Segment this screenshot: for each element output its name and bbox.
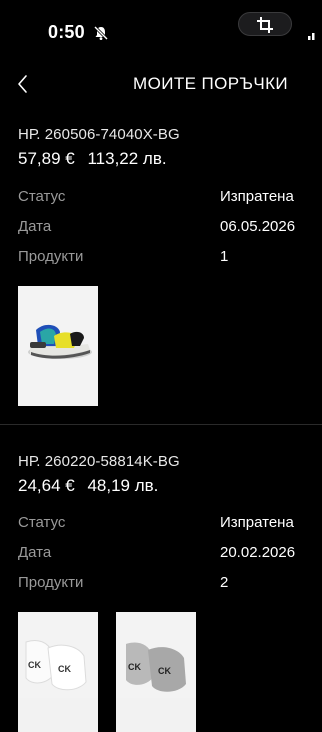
status-bar: 0:50 [0, 0, 322, 60]
products-row: Продукти 2 [18, 574, 318, 598]
white-socks-image: CK CK [18, 612, 98, 698]
sandal-image [18, 286, 98, 406]
status-row: Статус Изпратена [18, 188, 318, 212]
products-value: 1 [220, 248, 229, 265]
order-number: НР. 260506-74040X-BG [18, 126, 180, 143]
order-price: 57,89 € 113,22 лв. [18, 149, 318, 169]
svg-text:CK: CK [28, 660, 41, 670]
page-title: МОИТЕ ПОРЪЧКИ [133, 74, 288, 93]
divider [0, 424, 322, 425]
order-card[interactable]: НР. 260220-58814K-BG 24,64 € 48,19 лв. [18, 453, 318, 496]
product-thumbnail[interactable] [18, 286, 98, 406]
status-value: Изпратена [220, 188, 294, 205]
svg-text:CK: CK [128, 662, 141, 672]
svg-text:CK: CK [158, 666, 171, 676]
status-value: Изпратена [220, 514, 294, 531]
crop-button[interactable] [238, 12, 292, 36]
status-row: Статус Изпратена [18, 514, 318, 538]
date-row: Дата 06.05.2026 [18, 218, 318, 242]
order-number: НР. 260220-58814K-BG [18, 453, 180, 470]
chevron-left-icon[interactable] [14, 72, 32, 96]
signal-icon [308, 33, 315, 40]
status-time: 0:50 [48, 22, 85, 42]
product-thumbnail[interactable]: CK CK [116, 612, 196, 732]
price-eur: 57,89 € [18, 149, 75, 168]
date-value: 20.02.2026 [220, 544, 296, 561]
price-eur: 24,64 € [18, 476, 75, 495]
products-row: Продукти 1 [18, 248, 318, 272]
products-value: 2 [220, 574, 229, 591]
status-label: Статус [18, 514, 66, 531]
svg-text:CK: CK [58, 664, 71, 674]
status-label: Статус [18, 188, 66, 205]
products-label: Продукти [18, 574, 84, 591]
crop-icon [257, 17, 273, 33]
bell-slash-icon [93, 25, 109, 41]
date-row: Дата 20.02.2026 [18, 544, 318, 568]
grey-socks-image: CK CK [116, 612, 196, 698]
date-value: 06.05.2026 [220, 218, 296, 235]
price-bgn: 48,19 лв. [87, 476, 159, 495]
order-card[interactable]: НР. 260506-74040X-BG 57,89 € 113,22 лв. [18, 126, 318, 169]
product-thumbnail[interactable]: CK CK [18, 612, 98, 732]
date-label: Дата [18, 218, 52, 235]
price-bgn: 113,22 лв. [87, 149, 167, 168]
order-price: 24,64 € 48,19 лв. [18, 476, 318, 496]
products-label: Продукти [18, 248, 84, 265]
date-label: Дата [18, 544, 52, 561]
page-header: МОИТЕ ПОРЪЧКИ [0, 66, 322, 102]
